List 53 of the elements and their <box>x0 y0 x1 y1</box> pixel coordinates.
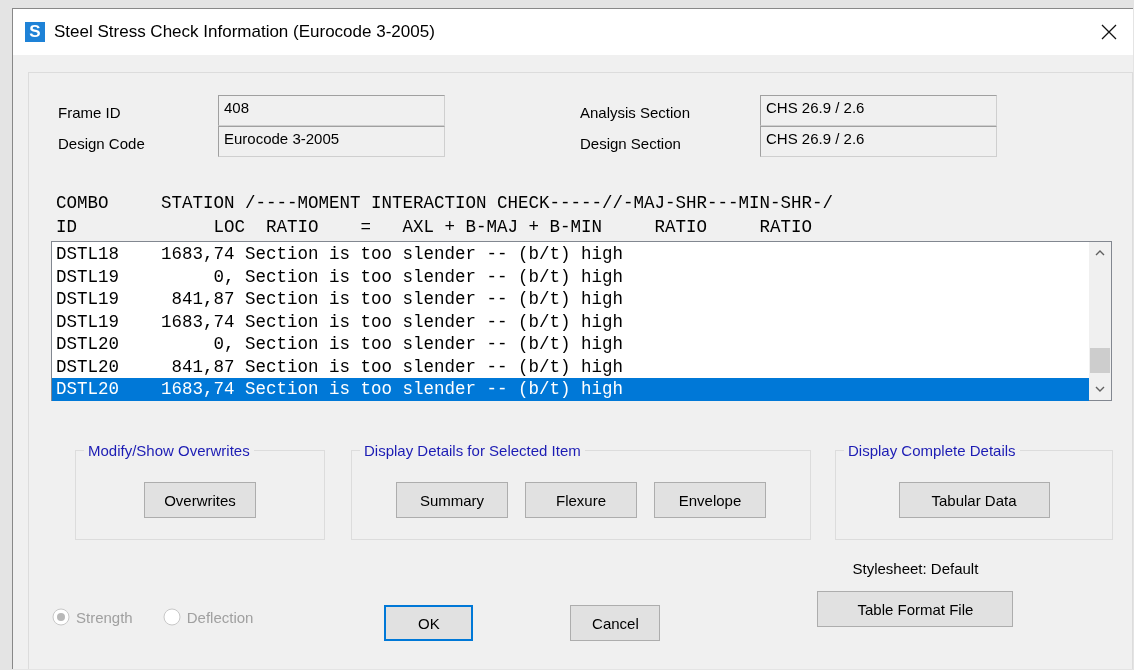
action-button[interactable]: Overwrites <box>144 482 256 518</box>
stylesheet-label: Stylesheet: Default <box>852 560 979 577</box>
check-message: Section is too slender -- (b/t) high <box>245 310 624 333</box>
column-header: COMBO STATION /----MOMENT INTERACTION CHECK-----//-MAJ-SHR---MIN-SHR-/ <box>55 192 834 215</box>
combo-id: DSTL19 <box>56 288 120 311</box>
field-label: Design Section <box>580 134 682 152</box>
combo-id: DSTL19 <box>56 265 120 288</box>
group-title: Modify/Show Overwrites <box>84 442 254 460</box>
radio-label: Deflection <box>186 608 254 626</box>
field-label: Analysis Section <box>580 103 692 121</box>
group-title: Display Complete Details <box>844 442 1020 460</box>
check-message: Section is too slender -- (b/t) high <box>245 288 624 311</box>
station-loc: 1683,74 <box>161 310 235 333</box>
check-message: Section is too slender -- (b/t) high <box>245 355 624 378</box>
field-label: Frame ID <box>58 103 122 121</box>
station-loc: 841,87 <box>170 288 235 311</box>
readonly-field: CHS 26.9 / 2.6 <box>760 126 997 157</box>
station-loc: 0, <box>212 265 235 288</box>
dialog-button[interactable]: Table Format File <box>817 591 1014 627</box>
action-button[interactable]: Envelope <box>654 482 766 518</box>
window-title: Steel Stress Check Information (Eurocode 3-2005) <box>54 22 435 42</box>
field-label: Design Code <box>58 134 146 152</box>
radio-label: Strength <box>76 608 133 626</box>
readonly-field: Eurocode 3-2005 <box>218 126 445 157</box>
action-button[interactable]: Flexure <box>525 482 637 518</box>
close-icon[interactable] <box>1101 24 1117 40</box>
app-icon: S <box>25 22 45 42</box>
check-message: Section is too slender -- (b/t) high <box>245 243 624 266</box>
combo-id: DSTL18 <box>56 243 120 266</box>
group-title: Display Details for Selected Item <box>360 442 585 460</box>
scrollbar[interactable] <box>1089 242 1111 400</box>
readonly-field: CHS 26.9 / 2.6 <box>760 95 997 126</box>
check-message: Section is too slender -- (b/t) high <box>245 333 624 356</box>
scroll-thumb[interactable] <box>1090 348 1110 373</box>
check-message: Section is too slender -- (b/t) high <box>245 265 624 288</box>
combo-id: DSTL19 <box>56 310 120 333</box>
column-header: ID LOC RATIO = AXL + B-MAJ + B-MIN RATIO RATIO <box>55 216 813 239</box>
scroll-up-icon[interactable] <box>1095 250 1105 256</box>
action-button[interactable]: Summary <box>396 482 508 518</box>
action-button[interactable]: Tabular Data <box>898 482 1050 518</box>
check-message: Section is too slender -- (b/t) high <box>245 378 624 401</box>
station-loc: 1683,74 <box>161 378 235 401</box>
station-loc: 0, <box>212 333 235 356</box>
station-loc: 1683,74 <box>161 243 235 266</box>
combo-id: DSTL20 <box>56 378 120 401</box>
combo-id: DSTL20 <box>56 355 120 378</box>
station-loc: 841,87 <box>170 355 235 378</box>
dialog-button[interactable]: Cancel <box>570 605 661 641</box>
readonly-field: 408 <box>218 95 445 126</box>
scroll-down-icon[interactable] <box>1095 386 1105 392</box>
combo-id: DSTL20 <box>56 333 120 356</box>
dialog-button[interactable]: OK <box>384 605 474 641</box>
results-list[interactable] <box>51 241 1112 401</box>
